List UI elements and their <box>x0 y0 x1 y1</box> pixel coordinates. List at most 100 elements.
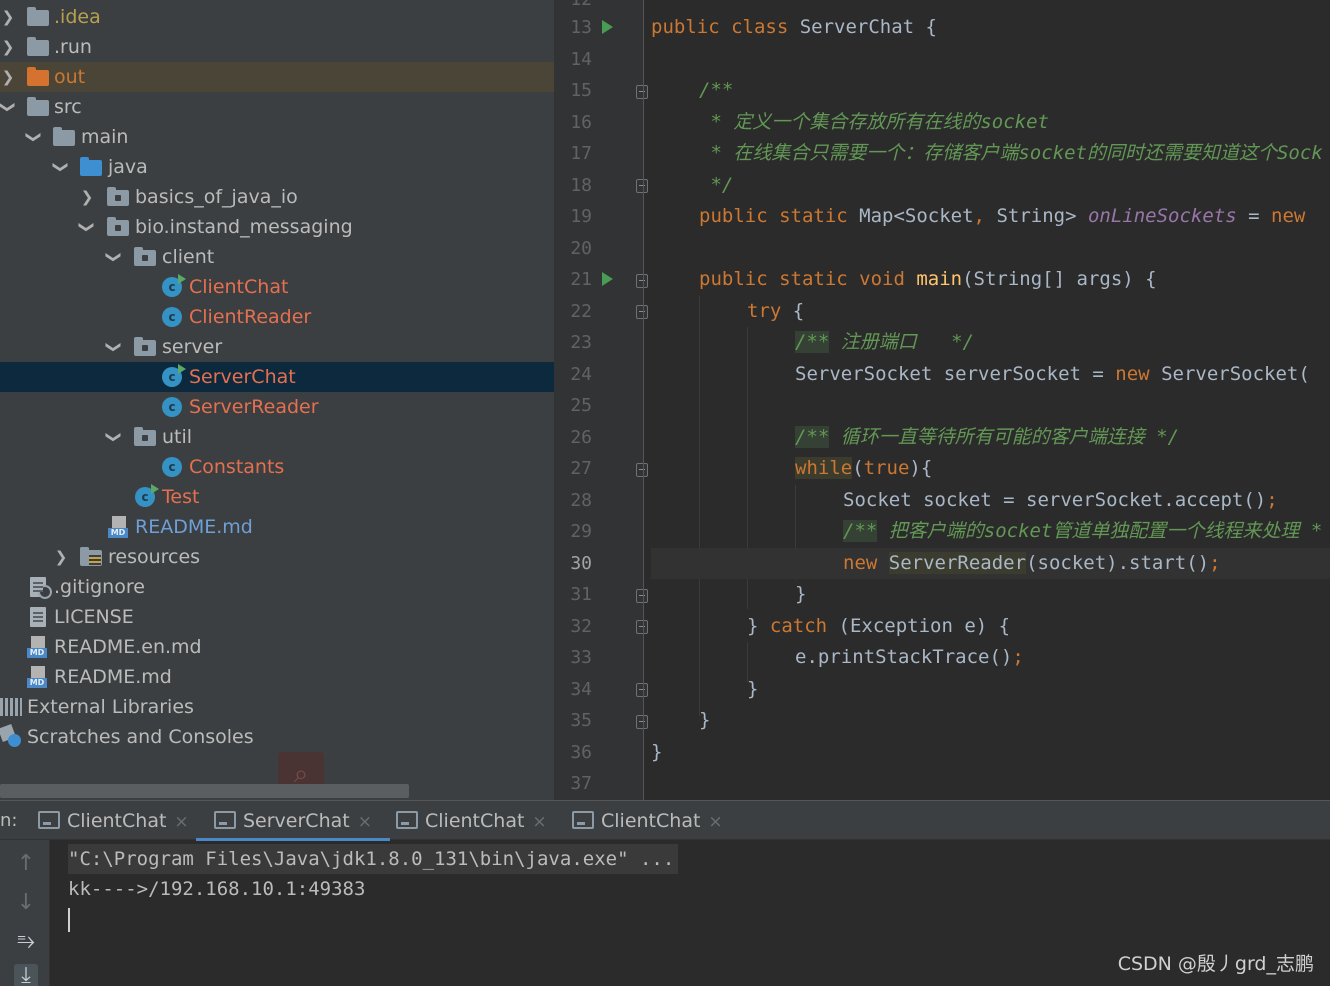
chevron-right-icon[interactable]: ❯ <box>0 2 16 32</box>
gutter-separator <box>643 0 644 800</box>
tree-item-src[interactable]: ❯ src <box>0 92 554 122</box>
tree-item-gitignore[interactable]: .gitignore <box>0 572 554 602</box>
code-editor[interactable]: 12 13 14 15 16 17 18 19 20 21 22 23 24 2… <box>554 0 1330 800</box>
scratches-icon <box>0 724 22 748</box>
line-number: 16 <box>570 112 592 133</box>
code-line: * 定义一个集合存放所有在线的socket <box>699 111 1049 133</box>
close-icon[interactable]: × <box>358 812 372 832</box>
run-gutter-icon[interactable] <box>602 272 613 286</box>
fold-icon[interactable] <box>636 274 648 288</box>
markdown-file-icon: MD <box>108 516 128 538</box>
close-icon[interactable]: × <box>174 812 188 832</box>
code-line: ServerSocket serverSocket = new ServerSo… <box>795 363 1310 385</box>
chevron-right-icon[interactable]: ❯ <box>79 182 95 212</box>
markdown-file-icon: MD <box>27 636 47 658</box>
tree-item-label: client <box>162 246 215 268</box>
tree-item-main[interactable]: ❯ main <box>0 122 554 152</box>
console-icon <box>572 810 594 829</box>
fold-icon[interactable] <box>636 85 648 99</box>
tab-clientchat-1[interactable]: ClientChat × <box>38 801 189 841</box>
chevron-right-icon[interactable]: ❯ <box>0 32 16 62</box>
tree-item-serverreader[interactable]: c ServerReader <box>0 392 554 422</box>
tree-item-label: Scratches and Consoles <box>27 726 254 748</box>
tree-item-label: src <box>54 96 82 118</box>
chevron-down-icon[interactable]: ❯ <box>99 339 129 355</box>
fold-icon[interactable] <box>636 179 648 193</box>
console-icon <box>396 810 418 829</box>
tree-item-test[interactable]: c Test <box>0 482 554 512</box>
tree-item-constants[interactable]: c Constants <box>0 452 554 482</box>
run-tool-window: n: ClientChat × ServerChat × ClientChat × C… <box>0 800 1330 986</box>
runnable-class-icon: c <box>162 364 186 387</box>
code-line: } <box>747 678 759 700</box>
chevron-right-icon[interactable]: ❯ <box>0 62 16 92</box>
code-line: Socket socket = serverSocket.accept(); <box>843 489 1278 511</box>
line-number: 22 <box>570 301 592 322</box>
arrow-down-icon[interactable]: ↓ <box>14 891 38 915</box>
tree-item-scratches[interactable]: Scratches and Consoles <box>0 722 554 752</box>
tree-item-label: README.md <box>54 666 172 688</box>
line-number: 36 <box>570 742 592 763</box>
soft-wrap-icon[interactable]: ⥱ <box>14 930 38 954</box>
fold-icon[interactable] <box>636 683 648 697</box>
tree-item-clientchat[interactable]: c ClientChat <box>0 272 554 302</box>
chevron-down-icon[interactable]: ❯ <box>46 159 76 175</box>
code-line: } catch (Exception e) { <box>747 615 1011 637</box>
tree-item-idea[interactable]: ❯ .idea <box>0 2 554 32</box>
close-icon[interactable]: × <box>708 812 722 832</box>
tree-item-label: server <box>162 336 223 358</box>
libraries-icon <box>0 698 22 716</box>
line-number: 34 <box>570 679 592 700</box>
chevron-down-icon[interactable]: ❯ <box>99 429 129 445</box>
tab-serverchat[interactable]: ServerChat × <box>196 801 390 841</box>
line-number: 31 <box>570 584 592 605</box>
chevron-down-icon[interactable]: ❯ <box>0 99 23 115</box>
line-number: 23 <box>570 332 592 353</box>
tree-item-basics-of-java-io[interactable]: ❯ basics_of_java_io <box>0 182 554 212</box>
tree-item-util[interactable]: ❯ util <box>0 422 554 452</box>
fold-icon[interactable] <box>636 463 648 477</box>
line-number: 20 <box>570 238 592 259</box>
fold-icon[interactable] <box>636 589 648 603</box>
tree-item-out[interactable]: ❯ out <box>0 62 554 92</box>
tab-label: ClientChat <box>425 810 525 832</box>
tree-item-server[interactable]: ❯ server <box>0 332 554 362</box>
tree-item-external-libraries[interactable]: External Libraries <box>0 692 554 722</box>
horizontal-scrollbar[interactable] <box>0 784 409 798</box>
code-line: } <box>699 709 711 731</box>
fold-icon[interactable] <box>636 715 648 729</box>
tree-item-resources[interactable]: ❯ resources <box>0 542 554 572</box>
tree-item-readme-en[interactable]: MD README.en.md <box>0 632 554 662</box>
chevron-down-icon[interactable]: ❯ <box>99 249 129 265</box>
chevron-down-icon[interactable]: ❯ <box>72 219 102 235</box>
tree-item-license[interactable]: LICENSE <box>0 602 554 632</box>
runnable-class-icon: c <box>162 274 186 297</box>
class-icon: c <box>162 307 182 327</box>
run-gutter-icon[interactable] <box>602 20 613 34</box>
chevron-down-icon[interactable]: ❯ <box>19 129 49 145</box>
tree-item-label: .run <box>54 36 92 58</box>
code-line: * 在线集合只需要一个：存储客户端socket的同时还需要知道这个Sock <box>699 142 1323 164</box>
tab-label: ServerChat <box>243 810 350 832</box>
code-line: while(true){ <box>795 457 933 479</box>
line-number: 33 <box>570 647 592 668</box>
markdown-file-icon: MD <box>27 666 47 688</box>
tab-clientchat-3[interactable]: ClientChat × <box>572 801 723 841</box>
tree-item-run[interactable]: ❯ .run <box>0 32 554 62</box>
tree-item-bio-instand-messaging[interactable]: ❯ bio.instand_messaging <box>0 212 554 242</box>
scroll-to-end-icon[interactable]: ⤓ <box>14 964 38 986</box>
tree-item-readme[interactable]: MD README.md <box>0 662 554 692</box>
code-line-current: new ServerReader(socket).start(); <box>651 548 1330 579</box>
fold-icon[interactable] <box>636 305 648 319</box>
arrow-up-icon[interactable]: ↑ <box>14 852 38 876</box>
tree-item-clientreader[interactable]: c ClientReader <box>0 302 554 332</box>
tree-item-client[interactable]: ❯ client <box>0 242 554 272</box>
tree-item-serverchat[interactable]: c ServerChat <box>0 362 554 392</box>
tab-clientchat-2[interactable]: ClientChat × <box>396 801 547 841</box>
run-label: n: <box>0 810 18 831</box>
tree-item-java[interactable]: ❯ java <box>0 152 554 182</box>
chevron-right-icon[interactable]: ❯ <box>53 542 69 572</box>
fold-icon[interactable] <box>636 620 648 634</box>
close-icon[interactable]: × <box>532 812 546 832</box>
tree-item-readme-inner[interactable]: MD README.md <box>0 512 554 542</box>
